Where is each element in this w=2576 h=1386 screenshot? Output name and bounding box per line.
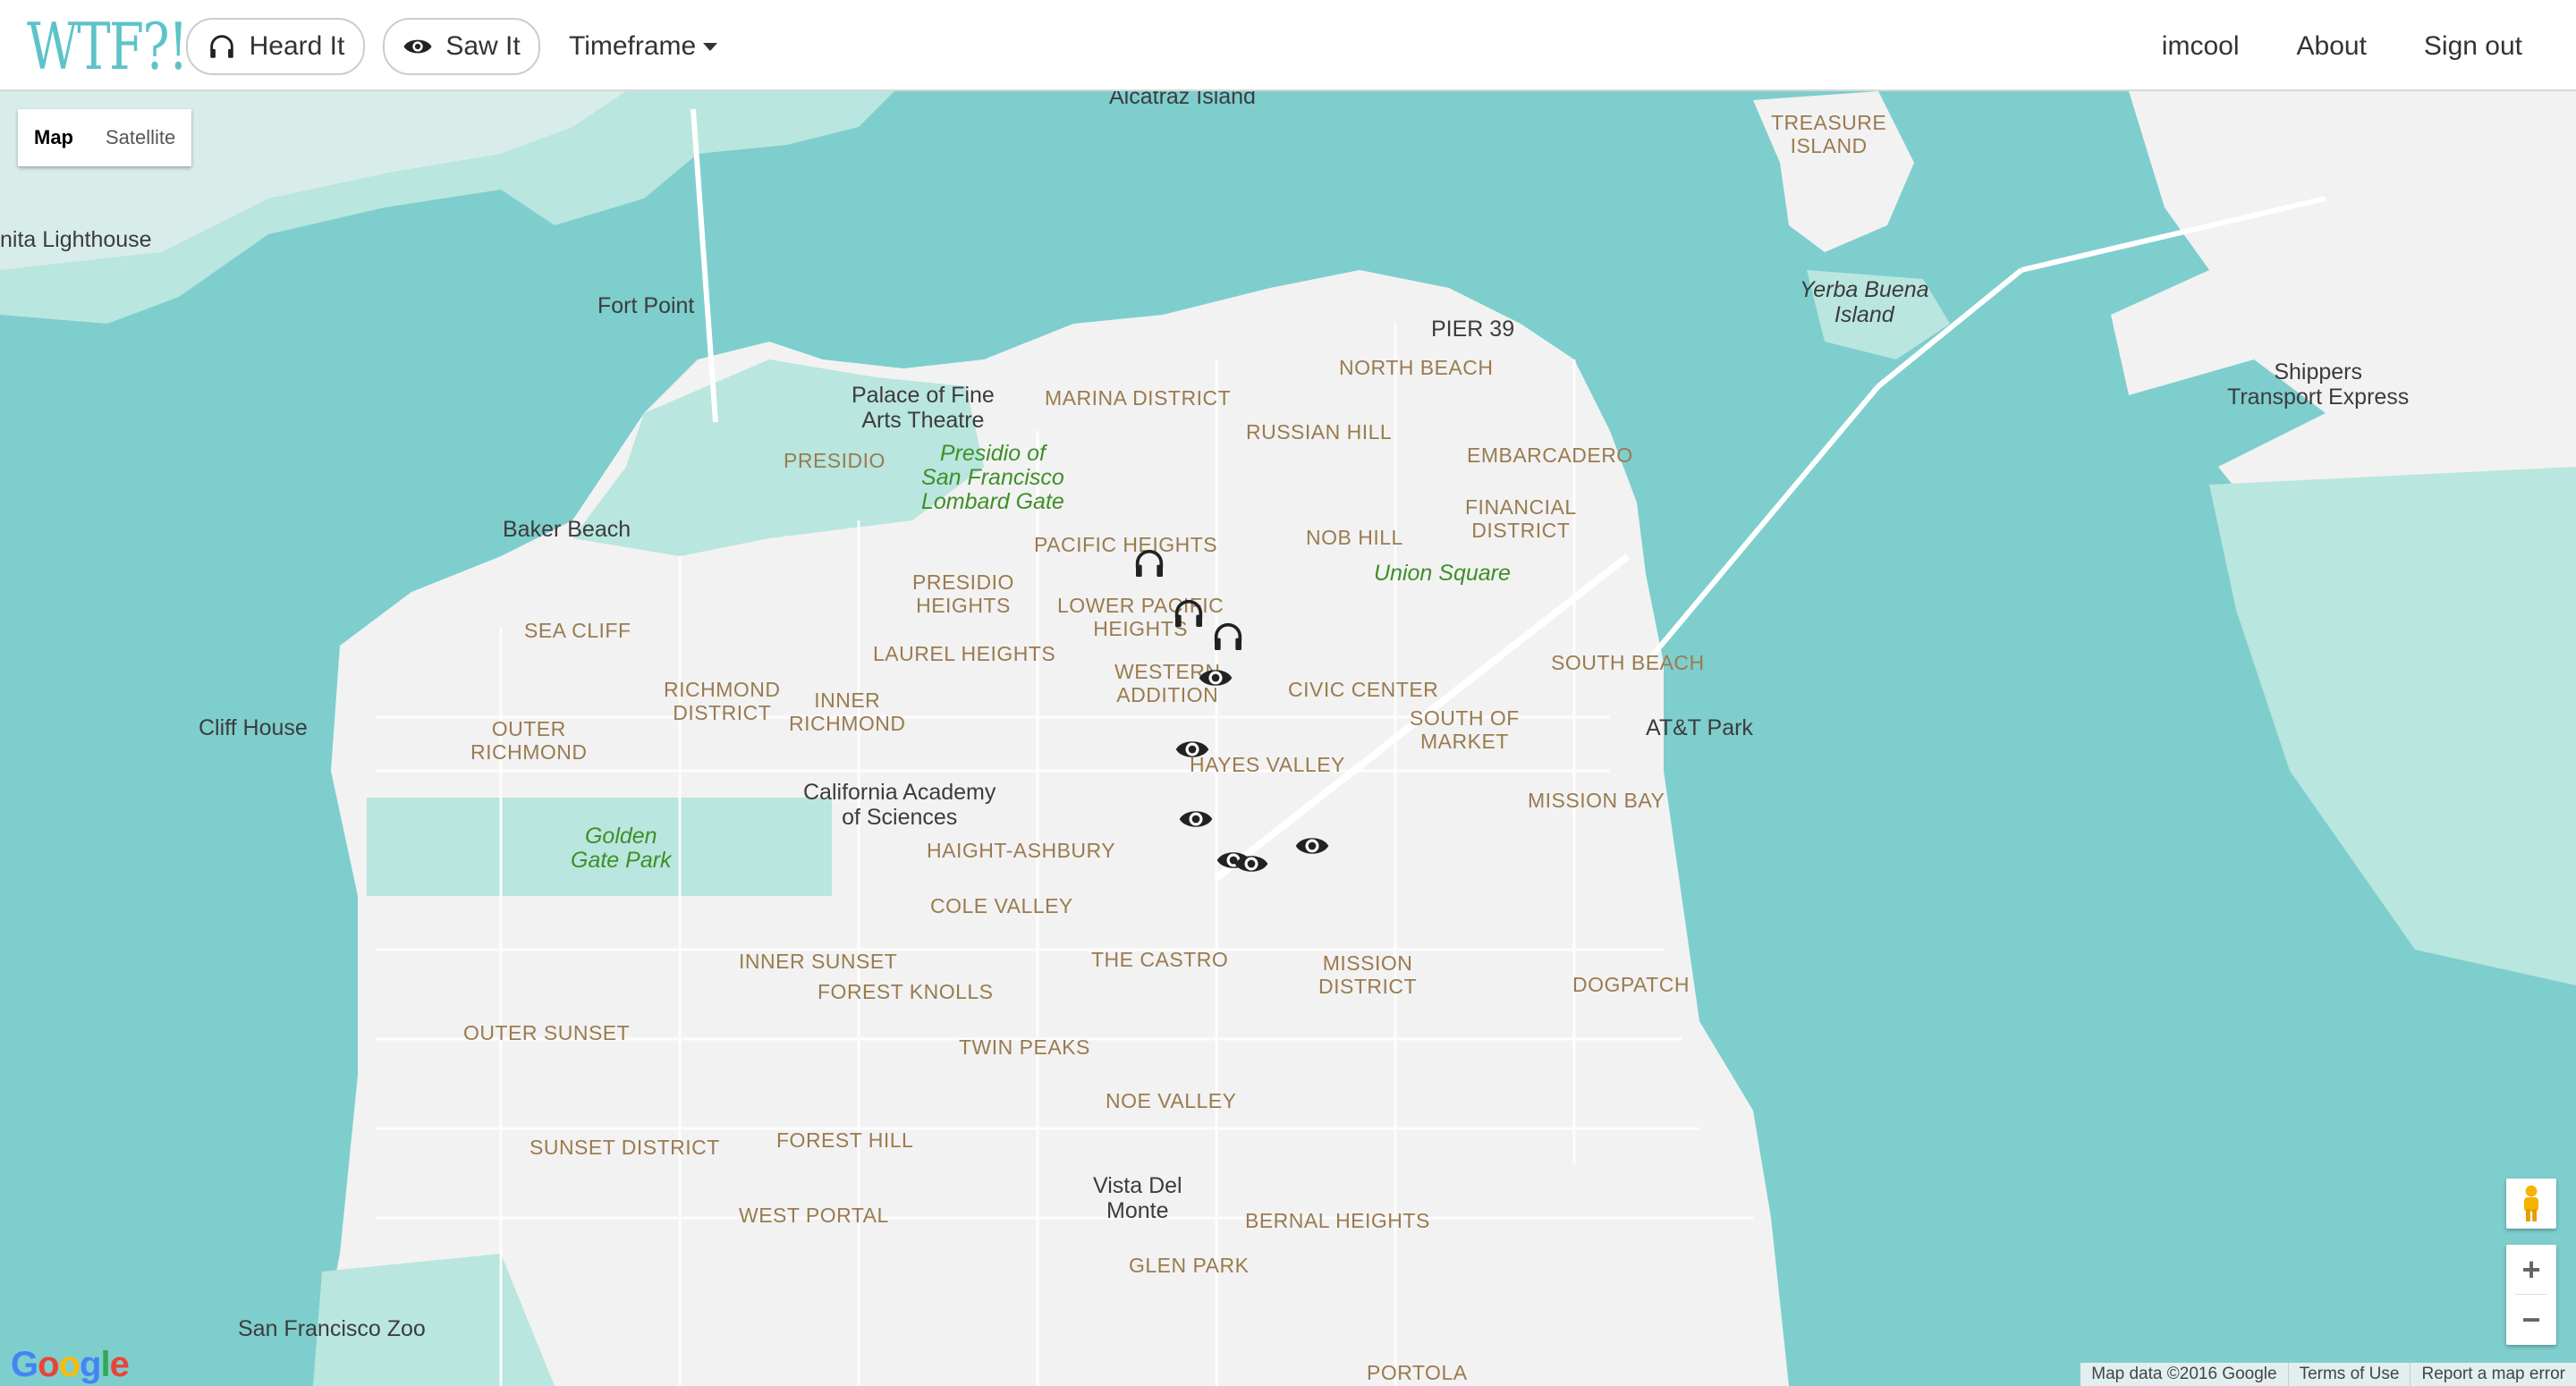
park-union-square[interactable]: Union Square [1374,562,1511,586]
about-link[interactable]: About [2297,31,2367,62]
nav-right: imcool About Sign out [2162,18,2522,75]
user-link[interactable]: imcool [2162,31,2240,62]
label-richmond-district: RICHMOND DISTRICT [664,678,781,724]
saw-marker[interactable] [1172,731,1213,767]
park-golden-gate[interactable]: Golden Gate Park [571,824,672,873]
map-canvas[interactable]: TREASURE ISLAND NORTH BEACH MARINA DISTRI… [0,91,2576,1386]
map-base [0,91,2576,1386]
brand-logo[interactable]: WTF?! [27,11,189,82]
eye-icon [1295,838,1329,854]
label-laurel-heights: LAUREL HEIGHTS [873,642,1056,665]
heard-it-button[interactable]: Heard It [186,18,365,75]
label-portola: PORTOLA [1367,1361,1468,1384]
label-presidio-heights: PRESIDIO HEIGHTS [912,570,1014,617]
label-glen-park: GLEN PARK [1129,1254,1250,1277]
poi-sf-zoo[interactable]: San Francisco Zoo [238,1316,426,1341]
label-dogpatch: DOGPATCH [1572,973,1690,996]
terms-link[interactable]: Terms of Use [2287,1363,2411,1386]
poi-baker-beach[interactable]: Baker Beach [503,517,631,542]
label-civic-center: CIVIC CENTER [1288,678,1439,701]
street-view-pegman[interactable] [2506,1179,2556,1229]
poi-cliff-house[interactable]: Cliff House [199,715,308,740]
map-type-map[interactable]: Map [18,109,89,166]
poi-vista-del-monte[interactable]: Vista Del Monte [1093,1173,1182,1223]
map-data-credit: Map data ©2016 Google [2091,1365,2277,1383]
navbar: WTF?! Heard It Saw It Timeframe imcool A… [0,0,2576,91]
label-south-of-market: SOUTH OF MARKET [1410,706,1520,753]
headphones-icon [209,35,233,58]
label-forest-hill: FOREST HILL [776,1128,914,1152]
map-type-control: Map Satellite [18,109,192,166]
label-inner-richmond: INNER RICHMOND [789,689,906,735]
eye-icon [1175,741,1209,757]
headphones-icon [1174,599,1203,627]
label-the-castro: THE CASTRO [1091,948,1229,971]
label-inner-sunset: INNER SUNSET [739,950,898,973]
saw-marker[interactable] [1195,660,1236,696]
pegman-icon [2524,1185,2538,1221]
heard-marker[interactable] [1129,545,1170,581]
label-marina: MARINA DISTRICT [1045,386,1232,410]
poi-fort-point[interactable]: Fort Point [597,293,694,318]
headphones-icon [1214,622,1242,650]
label-cole-valley: COLE VALLEY [930,894,1073,917]
saw-marker[interactable] [1231,846,1272,882]
label-sea-cliff: SEA CLIFF [524,619,631,642]
poi-pier39[interactable]: PIER 39 [1431,317,1514,342]
zoom-out-button[interactable]: − [2506,1295,2556,1345]
label-treasure-island: TREASURE ISLAND [1771,111,1887,157]
label-pacific-heights: PACIFIC HEIGHTS [1034,533,1218,556]
label-hayes-valley: HAYES VALLEY [1190,753,1345,776]
label-financial: FINANCIAL DISTRICT [1465,495,1577,542]
heard-marker[interactable] [1208,619,1249,655]
label-noe-valley: NOE VALLEY [1106,1089,1237,1112]
park-presidio-lombard[interactable]: Presidio of San Francisco Lombard Gate [921,442,1064,514]
label-forest-knolls: FOREST KNOLLS [818,980,994,1003]
zoom-in-button[interactable]: + [2506,1245,2556,1295]
label-embarcadero: EMBARCADERO [1467,444,1633,467]
saw-it-button[interactable]: Saw It [383,18,540,75]
label-nob-hill: NOB HILL [1306,526,1403,549]
poi-palace-fine-arts[interactable]: Palace of Fine Arts Theatre [852,383,995,433]
google-logo[interactable]: Google [11,1345,130,1385]
saw-marker[interactable] [1175,801,1216,837]
eye-icon [1199,670,1233,686]
poi-yerba-buena: Yerba Buena Island [1800,277,1929,327]
eye-icon [1234,856,1268,872]
eye-icon [1179,811,1213,827]
sign-out-link[interactable]: Sign out [2424,31,2522,62]
poi-lighthouse[interactable]: nita Lighthouse [0,227,152,252]
label-presidio: PRESIDIO [784,449,886,472]
label-russian-hill: RUSSIAN HILL [1246,420,1393,444]
label-outer-richmond: OUTER RICHMOND [470,717,588,764]
label-twin-peaks: TWIN PEAKS [959,1035,1090,1059]
poi-att-park[interactable]: AT&T Park [1646,715,1753,740]
poi-shippers[interactable]: Shippers Transport Express [2227,359,2409,410]
label-bernal-heights: BERNAL HEIGHTS [1245,1209,1430,1232]
saw-marker[interactable] [1292,828,1333,864]
label-sunset-district: SUNSET DISTRICT [530,1136,720,1159]
poi-alcatraz[interactable]: Alcatraz Island [1109,91,1256,109]
label-mission-district: MISSION DISTRICT [1318,951,1418,998]
label-outer-sunset: OUTER SUNSET [463,1021,631,1044]
heard-it-label: Heard It [249,31,345,61]
poi-cal-academy[interactable]: California Academy of Sciences [803,780,996,830]
label-west-portal: WEST PORTAL [739,1204,889,1227]
saw-it-label: Saw It [445,31,521,61]
timeframe-dropdown[interactable]: Timeframe [569,18,718,75]
headphones-icon [1135,549,1164,577]
label-south-beach: SOUTH BEACH [1551,651,1705,674]
caret-down-icon [703,42,718,51]
zoom-control: + − [2506,1245,2556,1345]
report-error-link[interactable]: Report a map error [2410,1363,2576,1386]
eye-icon [403,39,432,54]
label-north-beach: NORTH BEACH [1339,356,1494,379]
map-attribution: Map data ©2016 Google Terms of Use Repor… [2080,1363,2576,1386]
timeframe-label: Timeframe [569,31,697,61]
heard-marker[interactable] [1168,596,1209,631]
label-mission-bay: MISSION BAY [1528,789,1665,812]
label-haight-ashbury: HAIGHT-ASHBURY [927,839,1116,862]
map-type-satellite[interactable]: Satellite [89,109,191,166]
